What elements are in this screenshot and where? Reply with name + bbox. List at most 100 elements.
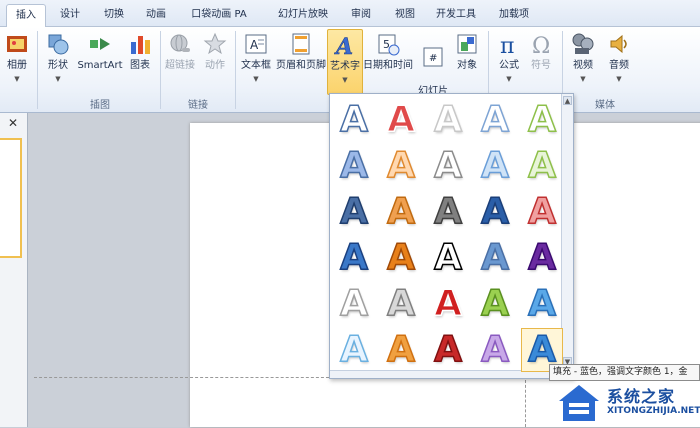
object-icon (457, 34, 477, 54)
wordart-sample-glyph: A (527, 283, 556, 324)
star-action-icon (203, 32, 227, 55)
close-icon[interactable]: ✕ (8, 116, 18, 130)
guide-line (525, 380, 526, 427)
wordart-style-option[interactable]: A (380, 328, 422, 372)
tab-insert[interactable]: 插入 (6, 4, 46, 28)
wordart-style-option[interactable]: A (333, 98, 375, 142)
wordart-button[interactable]: A 艺术字 ▼ (327, 29, 363, 95)
tab-animations[interactable]: 动画 (138, 4, 174, 27)
wordart-sample-glyph: A (386, 329, 415, 370)
video-button[interactable]: 视频 ▼ (566, 32, 600, 86)
equation-button[interactable]: π 公式 ▼ (494, 32, 524, 86)
wordart-sample-glyph: A (386, 145, 415, 186)
action-button[interactable]: 动作 (200, 32, 230, 72)
film-reel-icon (572, 33, 594, 54)
wordart-style-option[interactable]: A (333, 190, 375, 234)
slide-thumbnail[interactable] (0, 138, 22, 258)
wordart-style-option[interactable]: A (521, 236, 563, 280)
wordart-style-option[interactable]: A (380, 144, 422, 188)
object-button[interactable]: 对象 (452, 32, 482, 72)
header-footer-button[interactable]: 页眉和页脚 (275, 32, 327, 72)
style-tooltip: 填充 - 蓝色，强调文字颜色 1，金 (549, 364, 700, 381)
album-button[interactable]: 相册 ▼ (2, 32, 32, 86)
wordart-style-option[interactable]: A (380, 282, 422, 326)
wordart-style-option[interactable]: A (333, 236, 375, 280)
tab-view[interactable]: 视图 (388, 4, 422, 27)
tab-pocket-animation[interactable]: 口袋动画 PA (186, 4, 252, 27)
shapes-button[interactable]: 形状 ▼ (42, 32, 74, 86)
tab-slideshow[interactable]: 幻灯片放映 (272, 4, 334, 27)
wordart-style-option[interactable]: A (474, 190, 516, 234)
wordart-style-option[interactable]: A (333, 328, 375, 372)
dropdown-arrow-icon: ▼ (580, 75, 586, 83)
wordart-style-option[interactable]: A (521, 190, 563, 234)
wordart-style-option[interactable]: A (474, 144, 516, 188)
svg-text:A: A (250, 38, 259, 52)
wordart-sample-glyph: A (339, 237, 368, 278)
speaker-icon (610, 34, 627, 54)
tab-developer[interactable]: 开发工具 (428, 4, 484, 27)
wordart-style-option[interactable]: A (474, 98, 516, 142)
dropdown-arrow-icon: ▼ (253, 75, 259, 83)
ribbon-tab-bar: 插入 设计 切换 动画 口袋动画 PA 幻灯片放映 审阅 视图 开发工具 加载项 (0, 0, 700, 28)
date-time-label: 日期和时间 (363, 60, 413, 71)
wordart-style-option[interactable]: A (521, 144, 563, 188)
wordart-style-option[interactable]: A (427, 190, 469, 234)
wordart-style-option[interactable]: A (427, 282, 469, 326)
wordart-style-option[interactable]: A (380, 236, 422, 280)
group-label-illustrations: 插图 (90, 100, 110, 111)
wordart-style-option[interactable]: A (474, 236, 516, 280)
svg-text:A: A (334, 34, 353, 57)
wordart-sample-glyph: A (386, 283, 415, 324)
tab-transitions[interactable]: 切换 (96, 4, 132, 27)
watermark-name: 系统之家 (607, 387, 676, 406)
wordart-sample-glyph: A (433, 329, 462, 370)
audio-button[interactable]: 音频 ▼ (604, 32, 634, 86)
wordart-style-option[interactable]: A (427, 236, 469, 280)
equation-label: 公式 (499, 60, 519, 71)
globe-link-icon (170, 34, 190, 52)
wordart-sample-glyph: A (527, 145, 556, 186)
wordart-sample-glyph: A (433, 191, 462, 232)
wordart-sample-glyph: A (339, 191, 368, 232)
chart-label: 图表 (130, 60, 150, 71)
wordart-style-option[interactable]: A (521, 282, 563, 326)
wordart-style-option[interactable]: A (427, 328, 469, 372)
wordart-sample-glyph: A (386, 237, 415, 278)
date-time-button[interactable]: 5 日期和时间 (363, 32, 413, 72)
hyperlink-button[interactable]: 超链接 (163, 32, 197, 72)
textbox-icon: A (245, 34, 267, 54)
audio-label: 音频 (609, 60, 629, 71)
wordart-style-option[interactable]: A (521, 98, 563, 142)
scroll-up-icon[interactable]: ▲ (563, 96, 572, 105)
wordart-style-option[interactable]: A (474, 328, 516, 372)
wordart-sample-glyph: A (527, 99, 556, 140)
tab-review[interactable]: 审阅 (344, 4, 378, 27)
symbol-label: 符号 (531, 60, 551, 71)
smartart-button[interactable]: SmartArt (76, 32, 124, 72)
chart-button[interactable]: 图表 (125, 32, 155, 72)
textbox-button[interactable]: A 文本框 ▼ (238, 32, 274, 86)
bar-chart-icon (131, 36, 150, 54)
house-logo-icon (559, 385, 599, 421)
wordart-sample-glyph: A (339, 145, 368, 186)
site-watermark-logo: 系统之家 XITONGZHIJIA.NET (555, 381, 700, 427)
wordart-style-option[interactable]: A (333, 282, 375, 326)
tab-addins[interactable]: 加载项 (492, 4, 536, 27)
wordart-sample-glyph: A (339, 283, 368, 324)
header-footer-label: 页眉和页脚 (276, 60, 326, 71)
wordart-style-option[interactable]: A (380, 98, 422, 142)
wordart-sample-glyph: A (386, 191, 415, 232)
wordart-style-option[interactable]: A (380, 190, 422, 234)
tab-design[interactable]: 设计 (52, 4, 88, 27)
wordart-style-option[interactable]: A (333, 144, 375, 188)
symbol-button[interactable]: Ω 符号 (526, 32, 556, 72)
wordart-sample-glyph: A (433, 237, 462, 278)
dropdown-arrow-icon: ▼ (14, 75, 20, 83)
textbox-label: 文本框 (241, 60, 271, 71)
wordart-style-option[interactable]: A (474, 282, 516, 326)
wordart-style-option[interactable]: A (427, 98, 469, 142)
wordart-style-option[interactable]: A (427, 144, 469, 188)
dropdown-arrow-icon: ▼ (616, 75, 622, 83)
shapes-icon (48, 34, 69, 55)
